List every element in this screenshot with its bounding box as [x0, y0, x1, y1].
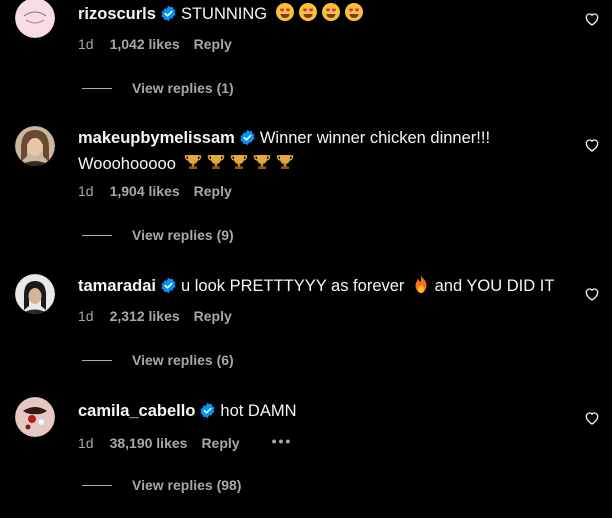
comment-likes[interactable]: 2,312 likes — [110, 308, 180, 324]
comment-likes[interactable]: 38,190 likes — [110, 435, 188, 451]
view-replies-label: View replies (9) — [132, 227, 234, 243]
trophy-emoji-icon — [229, 152, 249, 181]
avatar[interactable] — [15, 397, 55, 437]
comment-text: Winner winner chicken dinner!!! — [259, 129, 491, 147]
view-replies-button[interactable]: View replies (1) — [82, 80, 234, 96]
comment-username[interactable]: makeupbymelissam — [78, 129, 235, 147]
view-replies-label: View replies (6) — [132, 352, 234, 368]
comment-text: hot DAMN — [220, 402, 297, 420]
comment-text: u look PRETTTYYY as forever — [180, 277, 405, 295]
like-heart-icon[interactable] — [584, 137, 600, 158]
view-replies-button[interactable]: View replies (6) — [82, 352, 234, 368]
comment-text-continued: and YOU DID IT — [434, 277, 555, 295]
comment-time: 1d — [78, 308, 94, 324]
comment-username[interactable]: camila_cabello — [78, 402, 195, 420]
comment-username[interactable]: tamaradai — [78, 277, 156, 295]
trophy-emoji-icon — [183, 152, 203, 181]
emoji-group — [180, 155, 295, 173]
trophy-emoji-icon — [275, 152, 295, 181]
view-replies-label: View replies (98) — [132, 477, 242, 493]
reply-button[interactable]: Reply — [194, 183, 232, 199]
like-heart-icon[interactable] — [584, 11, 600, 32]
comment-likes[interactable]: 1,042 likes — [110, 36, 180, 52]
emoji-group — [272, 3, 364, 23]
more-options-button[interactable]: ••• — [272, 433, 293, 449]
heart-eyes-emoji-icon — [321, 2, 341, 31]
view-replies-button[interactable]: View replies (9) — [82, 227, 234, 243]
verified-badge-icon — [199, 400, 216, 428]
fire-emoji-icon — [412, 274, 430, 303]
trophy-emoji-icon — [206, 152, 226, 181]
view-replies-label: View replies (1) — [132, 80, 234, 96]
divider — [82, 485, 112, 486]
divider — [82, 88, 112, 89]
comment-time: 1d — [78, 435, 94, 451]
reply-button[interactable]: Reply — [194, 36, 232, 52]
comment-username[interactable]: rizoscurls — [78, 5, 156, 23]
heart-eyes-emoji-icon — [298, 2, 318, 31]
comment-time: 1d — [78, 183, 94, 199]
verified-badge-icon — [160, 275, 177, 303]
comment-text: STUNNING — [180, 5, 268, 23]
heart-eyes-emoji-icon — [275, 2, 295, 31]
comment-likes[interactable]: 1,904 likes — [110, 183, 180, 199]
avatar[interactable] — [15, 0, 55, 38]
heart-eyes-emoji-icon — [344, 2, 364, 31]
view-replies-button[interactable]: View replies (98) — [82, 477, 241, 493]
reply-button[interactable]: Reply — [201, 435, 239, 451]
reply-button[interactable]: Reply — [194, 308, 232, 324]
avatar[interactable] — [15, 274, 55, 314]
comment-text-continued: Wooohooooo — [78, 155, 176, 173]
like-heart-icon[interactable] — [584, 410, 600, 431]
trophy-emoji-icon — [252, 152, 272, 181]
comment-time: 1d — [78, 36, 94, 52]
avatar[interactable] — [15, 126, 55, 166]
divider — [82, 235, 112, 236]
divider — [82, 360, 112, 361]
verified-badge-icon — [160, 3, 177, 31]
like-heart-icon[interactable] — [584, 286, 600, 307]
